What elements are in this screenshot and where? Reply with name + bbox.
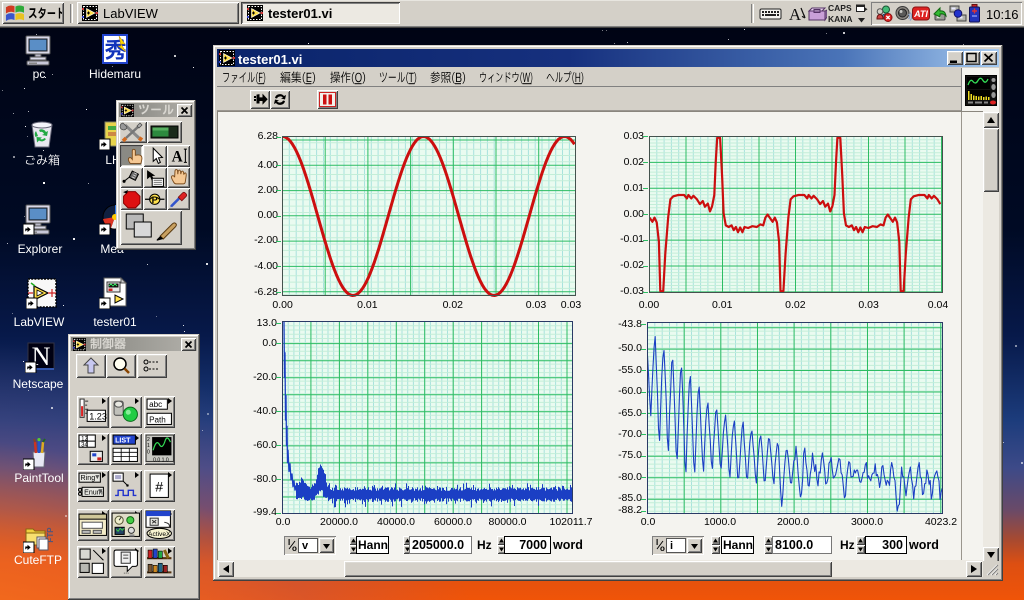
- svg-text:o: o: [292, 544, 297, 553]
- svg-text:A: A: [789, 5, 802, 24]
- svg-text:ActiveX: ActiveX: [148, 531, 171, 538]
- svg-text:...: ...: [124, 567, 130, 575]
- svg-text:#: #: [155, 479, 163, 495]
- svg-text:0.0 1.0: 0.0 1.0: [153, 457, 169, 463]
- svg-text:LIST: LIST: [115, 437, 131, 445]
- svg-text:2: 2: [147, 437, 150, 443]
- svg-text:1.23: 1.23: [89, 411, 107, 421]
- svg-text:ATI: ATI: [913, 9, 928, 19]
- svg-text:A: A: [171, 148, 182, 165]
- svg-text:I: I: [656, 538, 658, 547]
- svg-text:P: P: [152, 195, 158, 205]
- svg-text:Path: Path: [149, 415, 166, 424]
- svg-text:0: 0: [147, 449, 150, 455]
- svg-text:o: o: [660, 544, 665, 553]
- svg-text:I: I: [288, 538, 290, 547]
- svg-text:1: 1: [147, 443, 150, 449]
- svg-text:abc: abc: [149, 400, 162, 409]
- svg-text:Ring: Ring: [81, 474, 96, 482]
- svg-text:34: 34: [81, 442, 88, 449]
